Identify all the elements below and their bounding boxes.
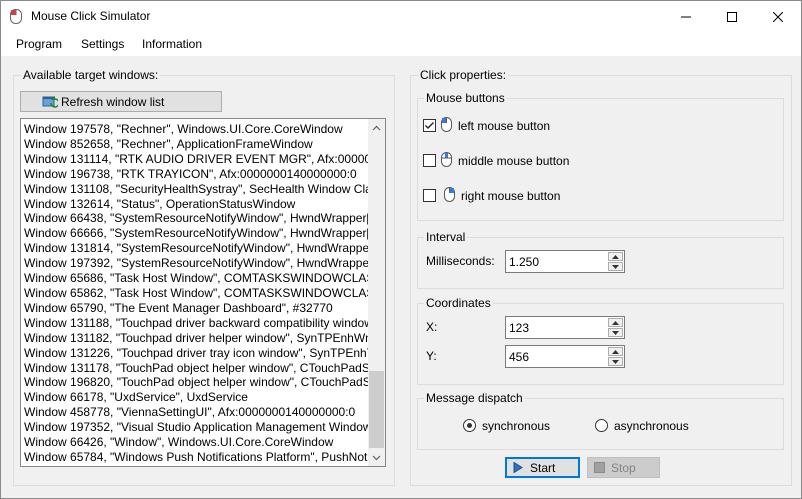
asynchronous-radio[interactable] <box>595 419 608 432</box>
interval-title: Interval <box>424 230 468 244</box>
radio-selected-dot <box>467 423 472 428</box>
x-value: 123 <box>509 321 530 335</box>
list-item[interactable]: Window 131108, "SecurityHealthSystray", … <box>24 182 369 197</box>
triangle-up-icon <box>612 349 619 354</box>
list-item[interactable]: Window 65784, "Windows Push Notification… <box>24 450 369 465</box>
maximize-button[interactable] <box>709 1 755 32</box>
list-item[interactable]: Window 131114, "RTK AUDIO DRIVER EVENT M… <box>24 152 369 167</box>
close-icon <box>773 11 783 22</box>
list-item[interactable]: Window 65686, "Task Host Window", COMTAS… <box>24 271 369 286</box>
milliseconds-value: 1.250 <box>509 255 540 269</box>
x-up-button[interactable] <box>608 318 623 327</box>
window-title: Mouse Click Simulator <box>31 9 151 23</box>
target-windows-title: Available target windows: <box>21 68 161 82</box>
refresh-button-label: Refresh window list <box>61 95 165 109</box>
list-item[interactable]: Window 131188, "Touchpad driver backward… <box>24 316 369 331</box>
close-button[interactable] <box>755 1 801 32</box>
scroll-down-button[interactable] <box>368 449 385 466</box>
milliseconds-stepper[interactable]: 1.250 <box>505 250 625 273</box>
target-windows-list[interactable]: Window 197578, "Rechner", Windows.UI.Cor… <box>20 118 386 467</box>
stop-button[interactable]: Stop <box>587 457 660 478</box>
refresh-icon <box>42 96 58 108</box>
checkmark-icon <box>425 122 434 129</box>
right-mouse-button-label: right mouse button <box>461 189 561 203</box>
triangle-up-icon <box>612 254 619 259</box>
list-item[interactable]: Window 131182, "Touchpad driver helper w… <box>24 331 369 346</box>
x-coordinate-stepper[interactable]: 123 <box>505 316 625 339</box>
list-item[interactable]: Window 66666, "SystemResourceNotifyWindo… <box>24 226 369 241</box>
app-mouse-icon <box>10 9 22 24</box>
left-mouse-button-checkbox[interactable] <box>423 119 436 132</box>
list-item[interactable]: Window 131814, "SystemResourceNotifyWind… <box>24 241 369 256</box>
stop-icon <box>594 462 605 473</box>
list-item[interactable]: Window 131178, "TouchPad object helper w… <box>24 361 369 376</box>
maximize-icon <box>727 11 737 22</box>
message-dispatch-title: Message dispatch <box>424 391 525 405</box>
synchronous-label: synchronous <box>482 419 551 433</box>
milliseconds-label: Milliseconds: <box>426 254 495 268</box>
start-button-label: Start <box>530 461 556 475</box>
menu-information[interactable]: Information <box>142 37 202 51</box>
y-up-button[interactable] <box>608 347 623 356</box>
list-item[interactable]: Window 65862, "Task Host Window", COMTAS… <box>24 286 369 301</box>
middle-mouse-button-label: middle mouse button <box>458 154 570 168</box>
click-properties-title: Click properties: <box>418 68 509 82</box>
middle-mouse-button-checkbox[interactable] <box>423 154 436 167</box>
window-list-rows: Window 197578, "Rechner", Windows.UI.Cor… <box>24 122 369 465</box>
y-value: 456 <box>509 350 530 364</box>
right-mouse-button-checkbox[interactable] <box>423 189 436 202</box>
x-down-button[interactable] <box>608 328 623 337</box>
left-mouse-button-label: left mouse button <box>458 119 551 133</box>
synchronous-radio[interactable] <box>463 419 476 432</box>
list-item[interactable]: Window 458778, "ViennaSettingUI", Afx:00… <box>24 405 369 420</box>
y-down-button[interactable] <box>608 357 623 366</box>
list-item[interactable]: Window 66178, "UxdService", UxdService <box>24 390 369 405</box>
scroll-up-button[interactable] <box>368 119 385 136</box>
right-mouse-icon <box>444 187 455 202</box>
list-item[interactable]: Window 65790, "The Event Manager Dashboa… <box>24 301 369 316</box>
list-scrollbar[interactable] <box>368 119 385 466</box>
list-item[interactable]: Window 66426, "Window", Windows.UI.Core.… <box>24 435 369 450</box>
list-item[interactable]: Window 66438, "SystemResourceNotifyWindo… <box>24 211 369 226</box>
start-button[interactable]: Start <box>505 457 580 478</box>
milliseconds-up-button[interactable] <box>608 252 623 261</box>
title-bar[interactable]: Mouse Click Simulator <box>1 1 801 32</box>
main-window: Mouse Click Simulator Program Settings I… <box>0 0 802 499</box>
middle-mouse-icon <box>441 152 452 167</box>
menu-settings[interactable]: Settings <box>81 37 124 51</box>
minimize-button[interactable] <box>663 1 709 32</box>
triangle-up-icon <box>612 320 619 325</box>
triangle-down-icon <box>612 264 619 269</box>
y-coordinate-stepper[interactable]: 456 <box>505 345 625 368</box>
menu-bar: Program Settings Information <box>1 32 801 56</box>
y-label: Y: <box>426 349 437 363</box>
triangle-down-icon <box>612 359 619 364</box>
menu-program[interactable]: Program <box>16 37 62 51</box>
list-item[interactable]: Window 197352, "Visual Studio Applicatio… <box>24 420 369 435</box>
x-label: X: <box>426 320 438 334</box>
list-item[interactable]: Window 131226, "Touchpad driver tray ico… <box>24 346 369 361</box>
stop-button-label: Stop <box>611 461 636 475</box>
coordinates-title: Coordinates <box>424 296 493 310</box>
list-item[interactable]: Window 196820, "TouchPad object helper w… <box>24 375 369 390</box>
asynchronous-label: asynchronous <box>614 419 689 433</box>
left-mouse-icon <box>441 117 452 132</box>
milliseconds-down-button[interactable] <box>608 262 623 271</box>
list-item[interactable]: Window 132614, "Status", OperationStatus… <box>24 197 369 212</box>
list-item[interactable]: Window 196738, "RTK TRAYICON", Afx:00000… <box>24 167 369 182</box>
triangle-down-icon <box>612 330 619 335</box>
scroll-thumb[interactable] <box>369 371 384 448</box>
chevron-up-icon <box>372 125 381 130</box>
chevron-down-icon <box>372 455 381 460</box>
list-item[interactable]: Window 852658, "Rechner", ApplicationFra… <box>24 137 369 152</box>
play-icon <box>513 462 523 473</box>
refresh-window-list-button[interactable]: Refresh window list <box>20 91 222 112</box>
list-item[interactable]: Window 197392, "SystemResourceNotifyWind… <box>24 256 369 271</box>
mouse-buttons-title: Mouse buttons <box>424 91 507 105</box>
minimize-icon <box>681 16 691 17</box>
list-item[interactable]: Window 197578, "Rechner", Windows.UI.Cor… <box>24 122 369 137</box>
